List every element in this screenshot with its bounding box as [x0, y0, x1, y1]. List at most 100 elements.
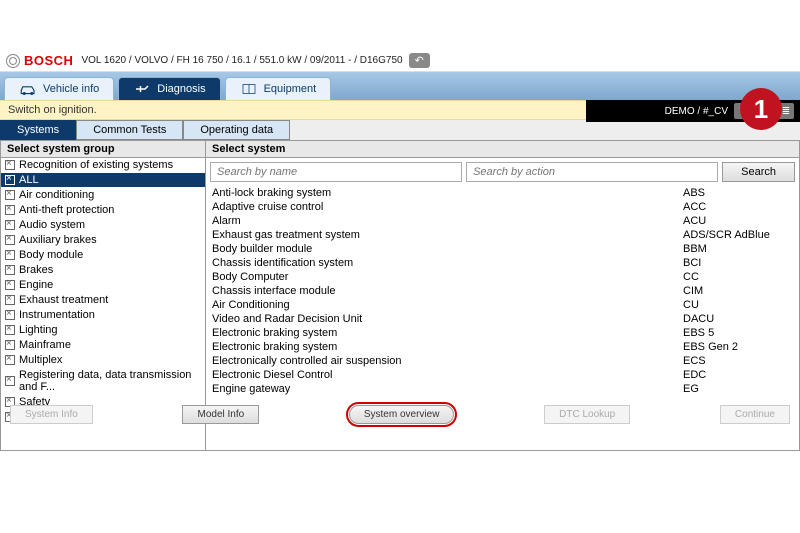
system-group-item[interactable]: Multiplex — [1, 353, 205, 368]
system-group-item[interactable]: Body module — [1, 248, 205, 263]
system-row[interactable]: Chassis identification systemBCI — [206, 256, 799, 270]
system-row[interactable]: Anti-lock braking systemABS — [206, 186, 799, 200]
system-group-item[interactable]: ALL — [1, 173, 205, 188]
checkbox-icon — [5, 376, 15, 386]
system-row[interactable]: Engine gatewayEG — [206, 382, 799, 396]
system-row[interactable]: Video and Radar Decision UnitDACU — [206, 312, 799, 326]
system-code: ABS — [683, 187, 793, 199]
system-name: Exhaust gas treatment system — [212, 229, 683, 241]
vehicle-path: VOL 1620 / VOLVO / FH 16 750 / 16.1 / 55… — [81, 55, 402, 66]
search-by-name-input[interactable] — [210, 162, 462, 182]
system-name: Body Computer — [212, 271, 683, 283]
system-overview-button[interactable]: System overview — [349, 405, 455, 424]
system-code: EG — [683, 383, 793, 395]
checkbox-icon — [5, 295, 15, 305]
system-name: Chassis identification system — [212, 257, 683, 269]
system-group-item[interactable]: Instrumentation — [1, 308, 205, 323]
checkbox-icon — [5, 220, 15, 230]
system-code: BBM — [683, 243, 793, 255]
system-group-item[interactable]: Engine — [1, 278, 205, 293]
system-row[interactable]: Body builder moduleBBM — [206, 242, 799, 256]
group-label: ALL — [19, 174, 39, 186]
subtab-systems[interactable]: Systems — [0, 120, 76, 140]
checkbox-icon — [5, 265, 15, 275]
system-name: Chassis interface module — [212, 285, 683, 297]
system-name: Alarm — [212, 215, 683, 227]
group-label: Recognition of existing systems — [19, 159, 173, 171]
system-group-item[interactable]: Air conditioning — [1, 188, 205, 203]
checkbox-icon — [5, 190, 15, 200]
back-icon[interactable]: ↶ — [409, 53, 430, 68]
tab-vehicle-info[interactable]: Vehicle info — [4, 77, 114, 100]
system-code: ACU — [683, 215, 793, 227]
group-label: Mainframe — [19, 339, 71, 351]
bottom-bar: System Info Model Info System overview D… — [0, 403, 800, 425]
group-label: Registering data, data transmission and … — [19, 369, 201, 393]
system-row[interactable]: AlarmACU — [206, 214, 799, 228]
system-row[interactable]: Electronic braking systemEBS Gen 2 — [206, 340, 799, 354]
system-row[interactable]: Body ComputerCC — [206, 270, 799, 284]
system-code: ECS — [683, 355, 793, 367]
model-info-button[interactable]: Model Info — [182, 405, 259, 424]
main-tabs: Vehicle info Diagnosis Equipment — [0, 72, 800, 100]
car-icon — [19, 82, 37, 96]
system-code: EBS Gen 2 — [683, 341, 793, 353]
system-group-item[interactable]: Auxiliary brakes — [1, 233, 205, 248]
system-name: Adaptive cruise control — [212, 201, 683, 213]
system-row[interactable]: Exhaust gas treatment systemADS/SCR AdBl… — [206, 228, 799, 242]
continue-button[interactable]: Continue — [720, 405, 790, 424]
user-label: DEMO / #_CV — [665, 106, 728, 117]
group-label: Auxiliary brakes — [19, 234, 97, 246]
system-group-item[interactable]: Lighting — [1, 323, 205, 338]
system-name: Body builder module — [212, 243, 683, 255]
checkbox-icon — [5, 175, 15, 185]
system-code: DACU — [683, 313, 793, 325]
system-name: Air Conditioning — [212, 299, 683, 311]
system-code: EBS 5 — [683, 327, 793, 339]
subtab-common-tests[interactable]: Common Tests — [76, 120, 183, 140]
system-group-item[interactable]: Recognition of existing systems — [1, 158, 205, 173]
tab-equipment[interactable]: Equipment — [225, 77, 332, 100]
system-name: Electronically controlled air suspension — [212, 355, 683, 367]
tab-label: Equipment — [264, 83, 317, 95]
checkbox-icon — [5, 235, 15, 245]
subtab-operating-data[interactable]: Operating data — [183, 120, 290, 140]
brand-label: BOSCH — [24, 53, 73, 68]
group-label: Audio system — [19, 219, 85, 231]
system-info-button[interactable]: System Info — [10, 405, 93, 424]
system-name: Anti-lock braking system — [212, 187, 683, 199]
system-code: CU — [683, 299, 793, 311]
system-row[interactable]: Air ConditioningCU — [206, 298, 799, 312]
checkbox-icon — [5, 310, 15, 320]
system-row[interactable]: Electronic braking systemEBS 5 — [206, 326, 799, 340]
search-button[interactable]: Search — [722, 162, 795, 182]
system-code: EDC — [683, 369, 793, 381]
system-group-item[interactable]: Brakes — [1, 263, 205, 278]
system-name: Video and Radar Decision Unit — [212, 313, 683, 325]
system-code: BCI — [683, 257, 793, 269]
book-icon — [240, 82, 258, 96]
system-group-item[interactable]: Registering data, data transmission and … — [1, 368, 205, 395]
search-by-action-input[interactable] — [466, 162, 718, 182]
group-label: Multiplex — [19, 354, 62, 366]
group-label: Engine — [19, 279, 53, 291]
system-group-item[interactable]: Anti-theft protection — [1, 203, 205, 218]
checkbox-icon — [5, 325, 15, 335]
system-name: Electronic braking system — [212, 327, 683, 339]
system-code: CIM — [683, 285, 793, 297]
tab-diagnosis[interactable]: Diagnosis — [118, 77, 220, 100]
system-name: Electronic Diesel Control — [212, 369, 683, 381]
plug-icon — [133, 82, 151, 96]
step-badge: 1 — [740, 88, 782, 130]
dtc-lookup-button[interactable]: DTC Lookup — [544, 405, 630, 424]
system-row[interactable]: Electronic Diesel ControlEDC — [206, 368, 799, 382]
group-label: Anti-theft protection — [19, 204, 114, 216]
system-group-item[interactable]: Audio system — [1, 218, 205, 233]
system-row[interactable]: Adaptive cruise controlACC — [206, 200, 799, 214]
system-row[interactable]: Chassis interface moduleCIM — [206, 284, 799, 298]
system-row[interactable]: Electronically controlled air suspension… — [206, 354, 799, 368]
group-label: Exhaust treatment — [19, 294, 108, 306]
system-code: ACC — [683, 201, 793, 213]
system-group-item[interactable]: Mainframe — [1, 338, 205, 353]
system-group-item[interactable]: Exhaust treatment — [1, 293, 205, 308]
